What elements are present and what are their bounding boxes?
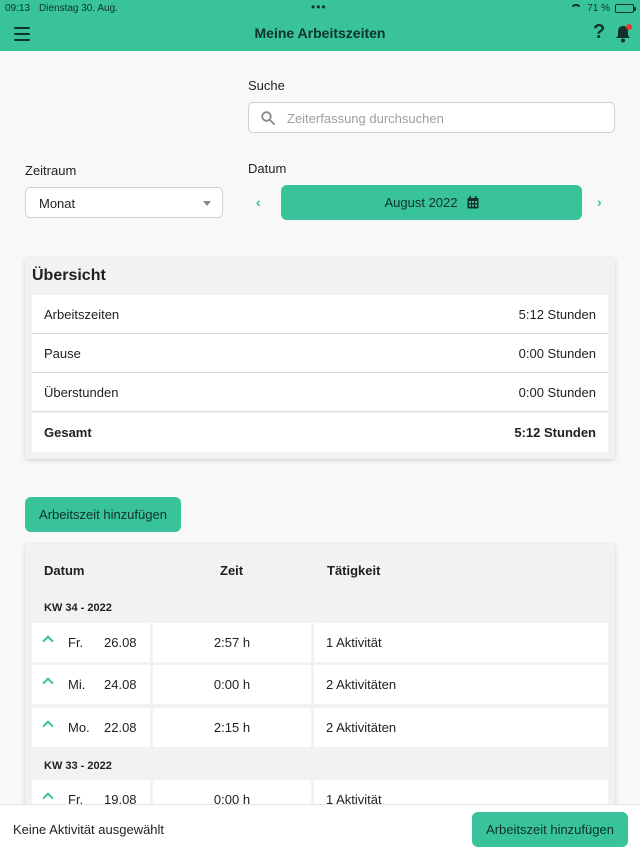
overview-row-work-time: Arbeitszeiten 5:12 Stunden xyxy=(32,295,608,334)
status-time: 09:13 xyxy=(5,3,31,14)
selected-month: August 2022 xyxy=(384,195,458,210)
dropdown-caret-icon xyxy=(203,201,211,206)
add-work-time-button[interactable]: Arbeitszeit hinzufügen xyxy=(25,497,181,532)
month-picker-button[interactable]: August 2022 xyxy=(281,185,582,220)
column-header-activity: Tätigkeit xyxy=(327,563,381,578)
status-bar: 09:13 Dienstag 30. Aug. ••• 71 % xyxy=(0,0,640,18)
expand-cell[interactable]: Mo. 22.08 xyxy=(32,708,150,747)
search-input[interactable] xyxy=(287,107,597,129)
period-select[interactable]: Monat xyxy=(25,187,223,218)
footer-add-work-time-button[interactable]: Arbeitszeit hinzufügen xyxy=(472,812,628,847)
chevron-up-icon[interactable] xyxy=(42,677,54,689)
battery-percent: 71 % xyxy=(587,3,610,14)
period-label: Zeitraum xyxy=(25,163,77,178)
multitasking-dots-icon[interactable]: ••• xyxy=(311,0,327,14)
period-selected-value: Monat xyxy=(39,196,76,211)
overview-row-break: Pause 0:00 Stunden xyxy=(32,334,608,373)
expand-cell[interactable]: Fr. 26.08 xyxy=(32,623,150,662)
battery-icon xyxy=(615,4,636,13)
chevron-up-icon[interactable] xyxy=(42,720,54,732)
previous-month-button[interactable]: ‹ xyxy=(256,194,261,210)
table-row[interactable]: Fr. 26.08 2:57 h 1 Aktivität xyxy=(32,623,608,662)
column-header-date: Datum xyxy=(44,563,85,578)
notification-dot xyxy=(626,24,632,30)
selection-footer: Keine Aktivität ausgewählt Arbeitszeit h… xyxy=(0,804,640,853)
search-label: Suche xyxy=(248,78,285,93)
calendar-icon xyxy=(467,196,478,209)
table-row[interactable]: Mo. 22.08 2:15 h 2 Aktivitäten xyxy=(32,708,608,747)
expand-cell[interactable]: Mi. 24.08 xyxy=(32,665,150,704)
next-month-button[interactable]: › xyxy=(597,194,602,210)
table-row[interactable]: Mi. 24.08 0:00 h 2 Aktivitäten xyxy=(32,665,608,704)
overview-title: Übersicht xyxy=(32,267,106,284)
overview-row-overtime: Überstunden 0:00 Stunden xyxy=(32,373,608,412)
status-date: Dienstag 30. Aug. xyxy=(39,3,118,14)
help-icon[interactable]: ? xyxy=(593,21,605,44)
wifi-icon xyxy=(570,4,583,13)
page-title: Meine Arbeitszeiten xyxy=(254,25,386,41)
chevron-up-icon[interactable] xyxy=(42,635,54,647)
overview-row-total: Gesamt 5:12 Stunden xyxy=(32,413,608,452)
search-box[interactable] xyxy=(248,102,615,133)
overview-card: Übersicht Arbeitszeiten 5:12 Stunden Pau… xyxy=(25,258,615,459)
chevron-up-icon[interactable] xyxy=(42,792,54,804)
column-header-time: Zeit xyxy=(220,563,244,578)
selection-status: Keine Aktivität ausgewählt xyxy=(13,822,165,837)
work-time-table: Datum Zeit Tätigkeit KW 34 - 2022 Fr. 26… xyxy=(25,544,615,844)
date-label: Datum xyxy=(248,161,287,176)
bell-icon[interactable] xyxy=(615,24,632,43)
app-bar: Meine Arbeitszeiten ? xyxy=(0,18,640,51)
week-label: KW 34 - 2022 xyxy=(44,602,112,614)
week-label: KW 33 - 2022 xyxy=(44,760,112,772)
search-icon xyxy=(261,111,275,125)
